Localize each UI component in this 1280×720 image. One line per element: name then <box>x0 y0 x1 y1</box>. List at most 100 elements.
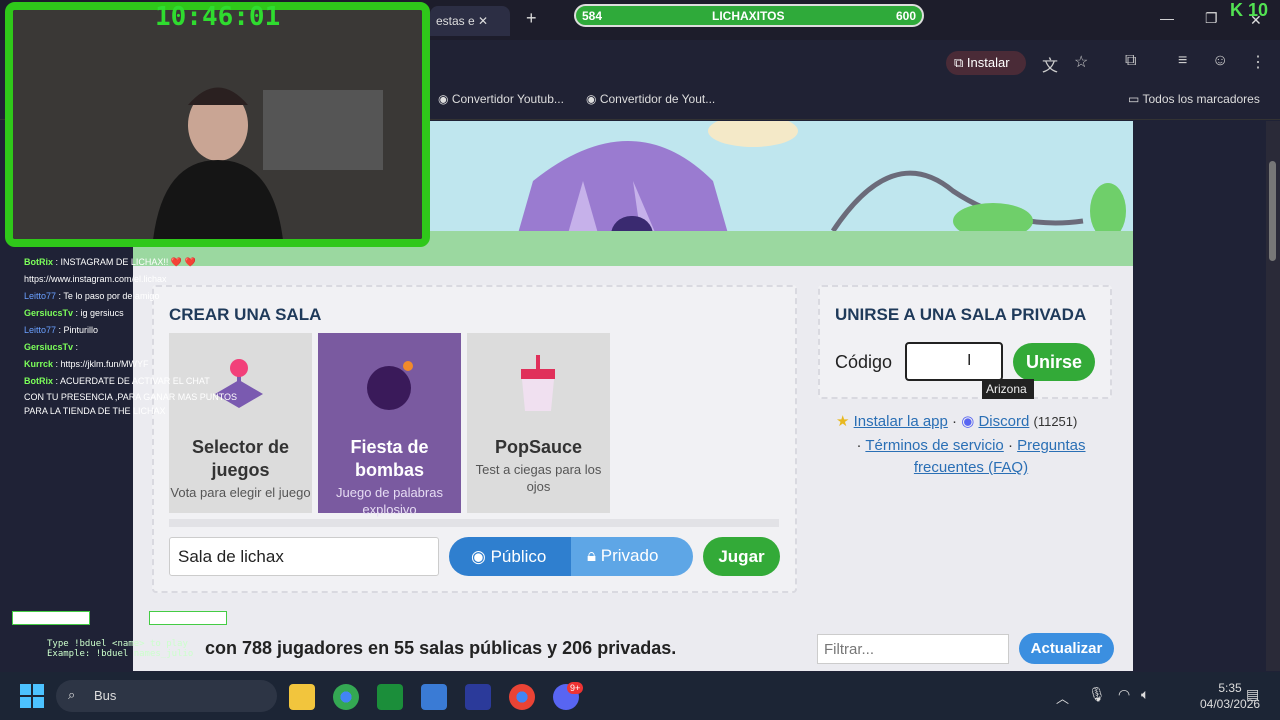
star-icon[interactable]: ☆ <box>1074 52 1088 72</box>
notifications-icon[interactable]: ▤ <box>1246 686 1259 703</box>
terms-link[interactable]: Términos de servicio <box>865 437 1003 454</box>
install-icon: ⧉ <box>954 55 964 70</box>
card-title: PopSauce <box>494 437 583 457</box>
chat-line: CON TU PRESENCIA ,PARA GANAR MAS PUNTOS <box>24 390 264 404</box>
lock-icon: 🔒︎ <box>587 546 597 565</box>
restore-icon[interactable]: ❐ <box>1205 10 1218 27</box>
chat-text: CON TU PRESENCIA ,PARA GANAR MAS PUNTOS <box>24 392 238 402</box>
tab-title: estas e <box>436 14 475 28</box>
stream-chat: BotRix : INSTAGRAM DE LICHAX!! ❤️ ❤️ htt… <box>24 254 264 418</box>
duel-hint-line: Type !bduel <name> to play <box>47 639 188 649</box>
duel-hint-line: Example: !bduel names_julio <box>47 649 194 659</box>
text-cursor-icon: I <box>967 352 972 369</box>
wifi-icon[interactable]: ◠ <box>1118 686 1130 703</box>
bookmark-label: Convertidor de Yout... <box>599 92 716 106</box>
browser-tab[interactable]: estas e ✕ <box>430 6 510 36</box>
bookmark-item[interactable]: ◉ Convertidor Youtub... <box>438 92 564 106</box>
game-card-bombparty[interactable]: Fiesta de bombas Juego de palabras explo… <box>318 333 461 517</box>
join-button[interactable]: Unirse <box>1013 343 1095 381</box>
menu-icon[interactable]: ⋮ <box>1250 52 1266 72</box>
bookmark-label: Convertidor Youtub... <box>451 92 564 106</box>
code-label: Código <box>835 352 893 372</box>
play-button[interactable]: Jugar <box>703 537 780 576</box>
close-tab-icon[interactable]: ✕ <box>478 14 488 28</box>
all-bookmarks[interactable]: ▭ Todos los marcadores <box>1128 92 1260 106</box>
duel-hint: Type !bduel <name> to play Example: !bdu… <box>47 639 193 659</box>
scrollbar[interactable] <box>1266 121 1280 671</box>
private-label: Privado <box>600 546 659 565</box>
chat-text: : https://jklm.fun/MWYF <box>55 359 149 369</box>
all-bookmarks-label: Todos los marcadores <box>1142 92 1260 106</box>
chat-line: Leitto77 : Te lo paso por de amigo <box>24 288 264 305</box>
card-description: Test a ciegas para los ojos <box>475 462 602 494</box>
globe-icon: ◉ <box>586 92 597 106</box>
drink-cup-icon <box>519 355 559 415</box>
install-app-link[interactable]: Instalar la app <box>854 413 948 430</box>
close-window-icon[interactable]: ✕ <box>1250 12 1262 29</box>
taskbar-search[interactable]: ⌕ Bus <box>56 680 277 712</box>
translate-icon[interactable]: 文 <box>1042 52 1058 76</box>
search-text: Bus <box>94 688 117 703</box>
refresh-button[interactable]: Actualizar <box>1019 633 1114 664</box>
microphone-icon[interactable]: 🎙︎ <box>1088 686 1106 703</box>
tray-chevron-icon[interactable]: ︿ <box>1056 688 1069 707</box>
discord-icon: ◉ <box>961 413 975 430</box>
game-icon[interactable] <box>465 684 491 710</box>
duel-hp-bar <box>149 611 227 625</box>
filter-input[interactable]: Filtrar... <box>817 634 1009 664</box>
file-explorer-icon[interactable] <box>289 684 315 710</box>
app-icon[interactable] <box>377 684 403 710</box>
card-title: Fiesta de bombas <box>350 437 429 480</box>
chat-text: : INSTAGRAM DE LICHAX!! ❤️ ❤️ <box>55 257 196 267</box>
bookmark-item[interactable]: ◉ Convertidor de Yout... <box>586 92 715 106</box>
card-description: Juego de palabras explosivo <box>336 485 443 517</box>
kick-logo-icon: K <box>1230 0 1243 20</box>
globe-icon: ◉ <box>438 92 449 106</box>
globe-icon: ◉ <box>471 547 486 566</box>
scrollbar-thumb[interactable] <box>1269 161 1276 261</box>
chat-line: https://www.instagram.com/el.lichax <box>24 271 264 288</box>
discord-member-count: (11251) <box>1033 414 1078 429</box>
room-code-input[interactable]: I <box>905 342 1003 381</box>
chat-text: : Te lo paso por de amigo <box>58 291 160 301</box>
chat-user: BotRix <box>24 257 53 267</box>
private-toggle[interactable]: 🔒︎ Privado <box>571 537 693 576</box>
notification-badge: 9+ <box>567 682 584 694</box>
chat-user: Leitto77 <box>24 325 57 335</box>
card-title: Selector de juegos <box>191 437 290 480</box>
start-icon[interactable] <box>20 684 44 708</box>
media-icon[interactable]: ≡ <box>1178 52 1187 70</box>
points-current: 584 <box>582 9 603 23</box>
links-row-2: · Términos de servicio · Preguntas frecu… <box>856 437 1086 476</box>
discord-link[interactable]: Discord <box>978 413 1029 430</box>
game-card-popsauce[interactable]: PopSauce Test a ciegas para los ojos <box>467 333 610 513</box>
chat-text: : ig gersiucs <box>75 308 124 318</box>
chat-text: : <box>75 342 79 352</box>
room-name-input[interactable]: Sala de lichax <box>169 537 439 576</box>
horizontal-scrollbar[interactable] <box>169 519 779 527</box>
volume-icon[interactable]: 🔈︎ <box>1141 686 1149 703</box>
chat-line: Leitto77 : Pinturillo <box>24 322 264 339</box>
card-description: Vota para elegir el juego <box>170 485 311 500</box>
streamer-webcam <box>13 10 422 239</box>
public-toggle[interactable]: ◉ Público <box>449 537 573 576</box>
points-title: LICHAXITOS <box>712 9 785 23</box>
minimize-icon[interactable]: — <box>1160 10 1174 26</box>
star-icon: ★ <box>836 413 850 430</box>
chat-line: BotRix : ACUERDATE DE ACTIVAR EL CHAT <box>24 373 264 390</box>
chat-line: GersiucsTv : <box>24 339 264 356</box>
install-app-button[interactable]: ⧉ Instalar <box>946 51 1026 75</box>
chat-line: PARA LA TIENDA DE THE LICHAX <box>24 404 264 418</box>
folder-icon: ▭ <box>1128 92 1140 106</box>
chat-user: Leitto77 <box>24 291 57 301</box>
photos-icon[interactable] <box>421 684 447 710</box>
links-row-1: ★ Instalar la app · ◉ Discord (11251) <box>836 413 1078 430</box>
chrome-icon[interactable] <box>333 684 359 710</box>
chrome-profile-icon[interactable] <box>509 684 535 710</box>
new-tab-icon[interactable]: + <box>526 8 537 29</box>
chat-line: Kurrck : https://jklm.fun/MWYF <box>24 356 264 373</box>
chat-text: : Pinturillo <box>58 325 99 335</box>
install-label: Instalar <box>966 55 1010 70</box>
extensions-icon[interactable]: ⧉ <box>1125 52 1136 70</box>
profile-avatar[interactable]: ☺ <box>1212 52 1228 70</box>
